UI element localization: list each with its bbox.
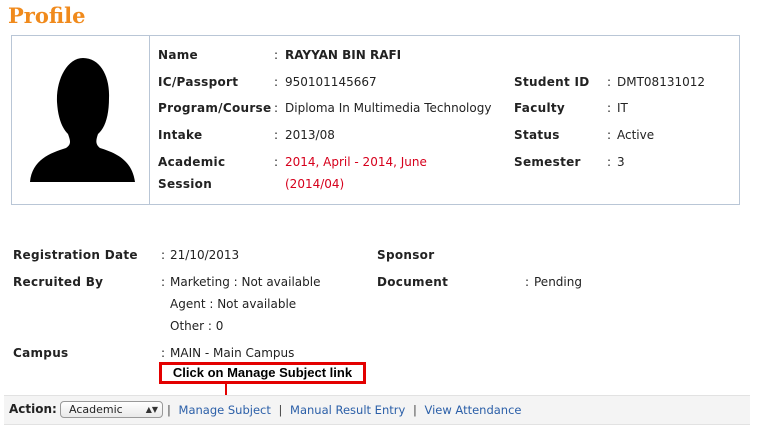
recruited-marketing: Marketing : Not available xyxy=(170,275,321,289)
semester-sep: : xyxy=(607,155,612,169)
chevron-updown-icon: ▲▼ xyxy=(145,405,158,414)
session-sep: : xyxy=(274,155,279,169)
recruited-label: Recruited By xyxy=(13,275,104,289)
session-label-line2: Session xyxy=(158,177,213,191)
sponsor-label: Sponsor xyxy=(377,248,435,262)
reg-date-value: 21/10/2013 xyxy=(170,248,240,262)
student-id-label: Student ID xyxy=(514,75,590,89)
intake-value: 2013/08 xyxy=(285,128,335,142)
document-sep: : xyxy=(525,275,530,289)
ic-value: 950101145667 xyxy=(285,75,377,89)
action-bar: Action: Academic ▲▼ | Manage Subject | M… xyxy=(4,395,750,425)
recruited-agent: Agent : Not available xyxy=(170,297,297,311)
person-silhouette-icon xyxy=(30,58,135,182)
status-sep: : xyxy=(607,128,612,142)
session-value-line2: (2014/04) xyxy=(285,177,345,191)
view-attendance-link[interactable]: View Attendance xyxy=(424,403,521,417)
campus-sep: : xyxy=(161,346,166,360)
link-separator: | xyxy=(278,403,283,417)
student-id-sep: : xyxy=(607,75,612,89)
link-separator: | xyxy=(412,403,417,417)
action-select-value: Academic xyxy=(69,403,123,416)
intake-sep: : xyxy=(274,128,279,142)
faculty-sep: : xyxy=(607,101,612,115)
campus-label: Campus xyxy=(13,346,69,360)
faculty-label: Faculty xyxy=(514,101,566,115)
action-links: | Manage Subject | Manual Result Entry |… xyxy=(167,403,522,417)
avatar xyxy=(12,36,150,204)
program-value: Diploma In Multimedia Technology xyxy=(285,101,492,115)
student-id-value: DMT08131012 xyxy=(617,75,706,89)
program-label: Program/Course xyxy=(158,101,272,115)
reg-date-sep: : xyxy=(161,248,166,262)
semester-label: Semester xyxy=(514,155,581,169)
name-sep: : xyxy=(274,48,279,62)
status-value: Active xyxy=(617,128,655,142)
manual-result-entry-link[interactable]: Manual Result Entry xyxy=(290,403,405,417)
program-sep: : xyxy=(274,101,279,115)
page-title: Profile xyxy=(8,3,86,28)
status-label: Status xyxy=(514,128,560,142)
manage-subject-link[interactable]: Manage Subject xyxy=(179,403,271,417)
link-separator: | xyxy=(167,403,171,417)
session-value-line1: 2014, April - 2014, June xyxy=(285,155,427,169)
campus-value: MAIN - Main Campus xyxy=(170,346,295,360)
faculty-value: IT xyxy=(617,101,628,115)
name-label: Name xyxy=(158,48,198,62)
action-select[interactable]: Academic ▲▼ xyxy=(60,401,163,418)
intake-label: Intake xyxy=(158,128,203,142)
profile-card: Name : RAYYAN BIN RAFI IC/Passport : 950… xyxy=(11,35,740,205)
session-label-line1: Academic xyxy=(158,155,226,169)
ic-label: IC/Passport xyxy=(158,75,239,89)
name-value: RAYYAN BIN RAFI xyxy=(285,48,402,62)
callout-annotation: Click on Manage Subject link xyxy=(159,362,366,384)
reg-date-label: Registration Date xyxy=(13,248,138,262)
document-label: Document xyxy=(377,275,449,289)
document-value: Pending xyxy=(534,275,582,289)
recruited-sep: : xyxy=(161,275,166,289)
action-label: Action: xyxy=(9,402,57,416)
ic-sep: : xyxy=(274,75,279,89)
semester-value: 3 xyxy=(617,155,625,169)
recruited-other: Other : 0 xyxy=(170,319,224,333)
